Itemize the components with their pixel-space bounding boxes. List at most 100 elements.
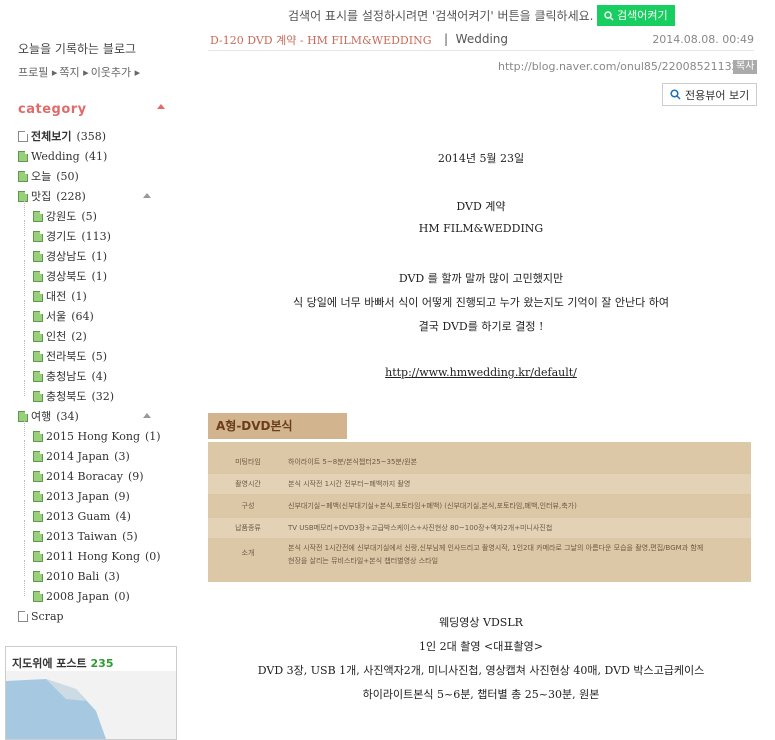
category-title: category (18, 102, 87, 117)
category-label: 충청북도 (46, 390, 87, 403)
tree-connector (24, 440, 25, 456)
doc-icon (18, 610, 28, 622)
category-count: (1) (91, 269, 108, 283)
category-item[interactable]: 2013 Japan (9) (33, 486, 130, 506)
message-link[interactable]: 쪽지 ▸ (59, 64, 88, 80)
search-icon (604, 10, 614, 20)
category-item[interactable]: 충청북도 (32) (33, 386, 114, 406)
category-collapse-icon[interactable] (157, 104, 165, 109)
folder-icon (33, 510, 43, 522)
category-item[interactable]: 전라북도 (5) (33, 346, 107, 366)
category-label: 2010 Bali (46, 569, 100, 583)
category-label: Wedding (31, 149, 80, 163)
category-label: 경상남도 (46, 250, 87, 263)
category-item[interactable]: 충청남도 (4) (33, 366, 107, 386)
category-item[interactable]: 대전 (1) (33, 286, 87, 306)
category-label: 맛집 (31, 190, 52, 203)
category-label: 2013 Guam (46, 509, 111, 523)
category-label: 서울 (46, 310, 67, 323)
post-category[interactable]: | Wedding (444, 32, 508, 46)
category-item[interactable]: 2015 Hong Kong (1) (33, 426, 161, 446)
category-item[interactable]: 2010 Bali (3) (33, 566, 120, 586)
tree-connector (24, 500, 25, 516)
folder-icon (33, 570, 43, 582)
tree-connector (24, 580, 25, 596)
category-count: (3) (104, 569, 120, 583)
category-item[interactable]: 오늘 (50) (18, 166, 79, 186)
add-neighbor-link[interactable]: 이웃추가 ▸ (91, 64, 141, 80)
map-post-count: 235 (90, 657, 114, 670)
tree-connector (24, 340, 25, 356)
collapse-toggle-icon[interactable] (143, 193, 151, 198)
category-item[interactable]: 2013 Guam (4) (33, 506, 131, 526)
copy-url-button[interactable]: 복사 (733, 60, 758, 74)
magnifier-icon (670, 89, 681, 100)
category-item[interactable]: 맛집 (228) (18, 186, 86, 206)
category-item[interactable]: 2011 Hong Kong (0) (33, 546, 161, 566)
category-item[interactable]: 서울 (64) (33, 306, 94, 326)
category-count: (32) (91, 389, 115, 403)
category-count: (0) (145, 549, 161, 563)
map-thumbnail-icon (6, 671, 176, 739)
category-item[interactable]: 인천 (2) (33, 326, 87, 346)
tree-connector (24, 240, 25, 256)
folder-icon (33, 450, 43, 462)
category-label: 강원도 (46, 210, 77, 223)
profile-link[interactable]: 프로필 ▸ (18, 64, 57, 80)
folder-icon (33, 270, 43, 282)
category-count: (64) (71, 309, 94, 323)
category-count: (228) (56, 189, 86, 203)
category-label: 2008 Japan (46, 589, 110, 603)
collapse-toggle-icon[interactable] (143, 413, 151, 418)
category-label: 2011 Hong Kong (46, 549, 140, 563)
tree-connector (24, 380, 25, 396)
category-item[interactable]: 경상남도 (1) (33, 246, 107, 266)
folder-icon (33, 430, 43, 442)
tree-connector (24, 460, 25, 476)
search-keyword-message: 검색어 표시를 설정하시려면 '검색어켜기' 버튼을 클릭하세요. (288, 9, 594, 23)
tree-connector (24, 360, 25, 376)
category-count: (1) (71, 289, 87, 303)
dedicated-viewer-button[interactable]: 전용뷰어 보기 (662, 83, 758, 106)
category-label: 오늘 (31, 170, 52, 183)
hmwedding-link[interactable]: http://www.hmwedding.kr/default/ (385, 366, 577, 379)
category-item[interactable]: 2008 Japan (0) (33, 586, 130, 606)
category-count: (4) (91, 369, 108, 383)
category-label: 2013 Japan (46, 489, 110, 503)
post-date-line: 2014년 5월 23일 (437, 152, 525, 165)
category-item[interactable]: 2013 Taiwan (5) (33, 526, 138, 546)
tree-connector (24, 560, 25, 576)
category-item[interactable]: 경상북도 (1) (33, 266, 107, 286)
category-label: 대전 (46, 290, 67, 303)
post-line: 1인 2대 촬영 <대표촬영> (419, 640, 543, 653)
folder-icon (33, 330, 43, 342)
keyword-on-button[interactable]: 검색어켜기 (597, 5, 675, 26)
map-widget[interactable]: 지도위에 포스트 235 (5, 646, 177, 740)
category-item[interactable]: 2014 Boracay (9) (33, 466, 144, 486)
category-item[interactable]: 여행 (34) (18, 406, 79, 426)
tree-connector (24, 200, 25, 216)
post-title[interactable]: D-120 DVD 계약 - HM FILM&WEDDING (210, 32, 432, 48)
category-item[interactable]: 2014 Japan (3) (33, 446, 130, 466)
category-label: 2014 Boracay (46, 469, 123, 483)
category-item[interactable]: Scrap (18, 606, 69, 626)
category-count: (1) (91, 249, 108, 263)
post-line: HM FILM&WEDDING (418, 222, 544, 235)
package-title: A형-DVD본식 (208, 413, 347, 439)
tree-connector (24, 420, 25, 436)
category-label: 경기도 (46, 230, 77, 243)
post-line: DVD 3장, USB 1개, 사진액자2개, 미니사진첩, 영상캡쳐 사진현상… (257, 664, 705, 677)
category-count: (9) (114, 489, 130, 503)
folder-icon (18, 190, 28, 202)
category-count: (50) (56, 169, 79, 183)
category-item[interactable]: 경기도 (113) (33, 226, 111, 246)
post-header: D-120 DVD 계약 - HM FILM&WEDDING | Wedding… (208, 30, 754, 51)
category-item[interactable]: 강원도 (5) (33, 206, 97, 226)
map-widget-title: 지도위에 포스트 235 (12, 657, 114, 670)
category-item[interactable]: 전체보기 (358) (18, 126, 106, 146)
post-line: DVD 계약 (456, 200, 506, 213)
tree-connector (24, 260, 25, 276)
category-count: (2) (71, 329, 87, 343)
category-label: 충청남도 (46, 370, 87, 383)
category-item[interactable]: Wedding (41) (18, 146, 107, 166)
